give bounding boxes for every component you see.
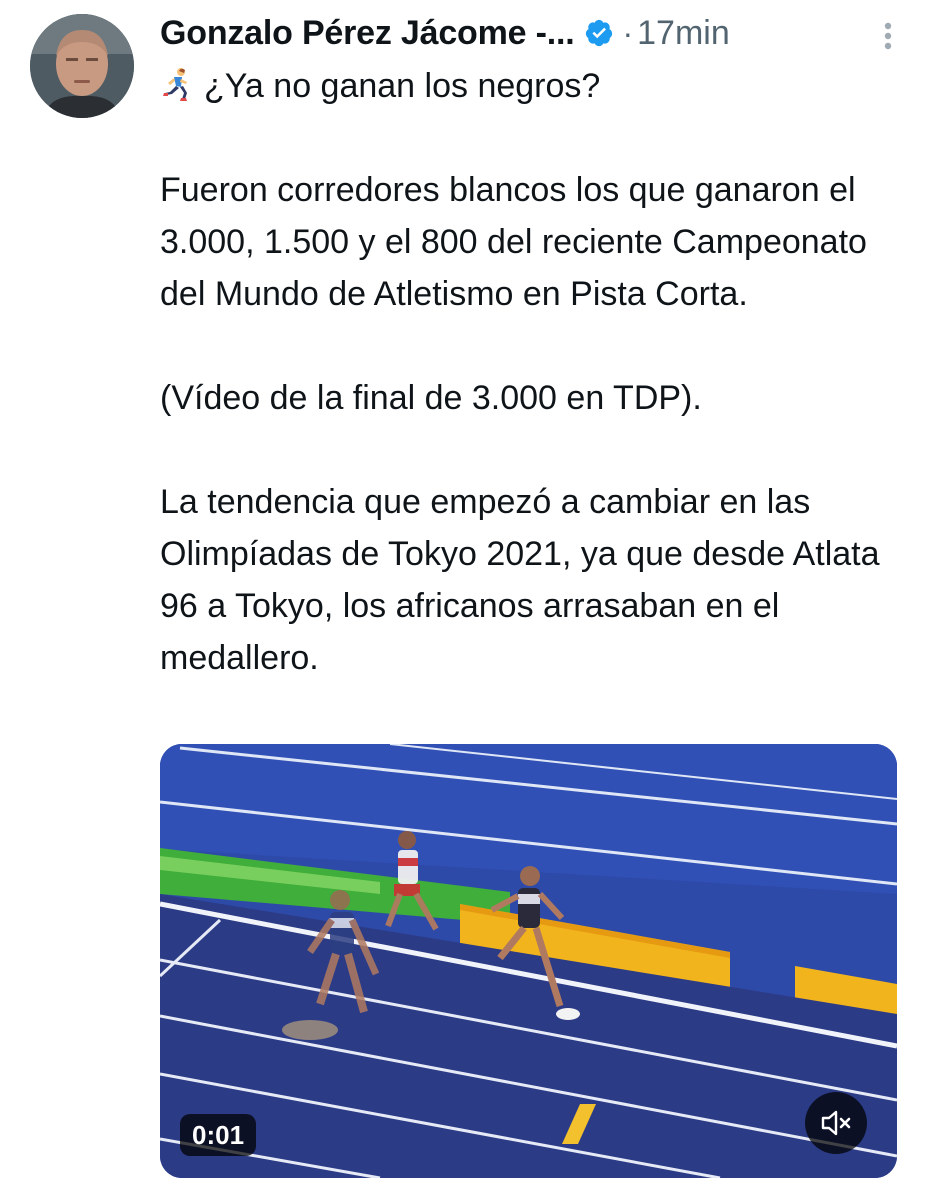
tweet-paragraph-2: Fueron corredores blancos los que ganaro… [160,171,867,313]
separator-dot: · [622,14,634,51]
tweet-text: ¿Ya no ganan los negros? Fueron corredor… [160,60,900,684]
mute-toggle-button[interactable] [805,1092,867,1154]
person-running-emoji-icon [163,68,187,101]
tweet-line-1-text: ¿Ya no ganan los negros? [204,67,601,105]
video-duration-badge: 0:01 [180,1114,257,1156]
tweet-paragraph-3: (Vídeo de la final de 3.000 en TDP). [160,379,702,417]
tweet-timestamp[interactable]: 17min [637,14,730,53]
verified-badge-icon [586,19,613,47]
tweet-video[interactable]: 0:01 [160,744,897,1178]
avatar-image [30,14,134,118]
author-display-name[interactable]: Gonzalo Pérez Jácome -... [160,14,575,53]
avatar[interactable] [30,14,134,118]
tweet-header: Gonzalo Pérez Jácome -... · 17min [160,10,908,56]
speaker-muted-icon [821,1110,851,1136]
tweet-paragraph-4: La tendencia que empezó a cambiar en las… [160,483,880,677]
more-options-icon[interactable] [872,18,904,54]
tweet-line-1: ¿Ya no ganan los negros? [160,60,900,112]
video-frame-track-scene [160,744,897,1178]
